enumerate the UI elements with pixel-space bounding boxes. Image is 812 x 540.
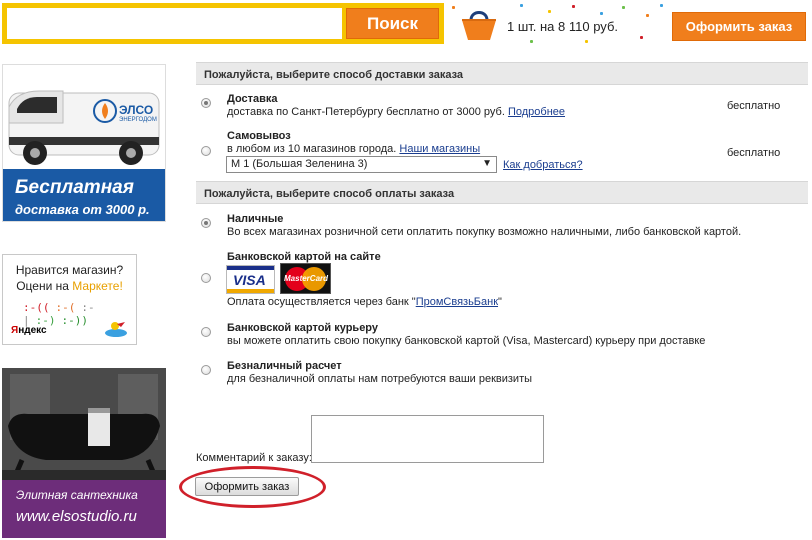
elso-brand-sub: ЭНЕРГОДОМ	[119, 117, 157, 123]
comment-textarea[interactable]	[311, 415, 544, 463]
bathtub-image	[2, 368, 166, 480]
delivery-heading: Пожалуйста, выберите способ доставки зак…	[196, 62, 808, 85]
our-stores-link[interactable]: Наши магазины	[399, 143, 480, 155]
search-bar: Поиск	[2, 3, 444, 44]
bath-site-link[interactable]: www.elsostudio.ru	[16, 508, 137, 525]
store-select[interactable]: М 1 (Большая Зеленина 3) ▼	[226, 156, 497, 173]
delivery-pickup-desc: в любом из 10 магазинов города. Наши маг…	[227, 143, 481, 155]
yandex-market-banner[interactable]: Нравится магазин? Оцени на Маркете! :-((…	[2, 254, 137, 345]
banner-line-1: Бесплатная	[15, 177, 134, 198]
chevron-down-icon: ▼	[482, 158, 492, 169]
payment-card-online-desc: Оплата осуществляется через банк "ПромСв…	[227, 296, 502, 308]
payment-bank-transfer-title: Безналичный расчет	[227, 360, 342, 372]
payment-cash-title: Наличные	[227, 213, 284, 225]
payment-radio-bank-transfer[interactable]	[201, 365, 211, 375]
delivery-radio-courier[interactable]	[201, 98, 211, 108]
free-delivery-banner[interactable]: ЭЛСО ЭНЕРГОДОМ Бесплатная доставка от 30…	[2, 64, 166, 222]
bank-link[interactable]: ПромСвязьБанк	[416, 296, 498, 308]
payment-card-courier-desc: вы можете оплатить свою покупку банковск…	[227, 335, 706, 347]
visa-logo: VISA	[226, 265, 275, 294]
payment-cash-desc: Во всех магазинах розничной сети оплатит…	[227, 226, 742, 238]
delivery-pickup-price: бесплатно	[727, 147, 781, 159]
basket-icon[interactable]	[459, 6, 499, 42]
payment-bank-transfer-desc: для безналичной оплаты нам потребуются в…	[227, 373, 533, 385]
elso-brand: ЭЛСО	[119, 103, 154, 117]
market-question: Нравится магазин?	[15, 263, 124, 277]
market-mascot-icon	[105, 322, 127, 337]
store-select-value: М 1 (Большая Зеленина 3)	[231, 158, 368, 170]
checkout-button[interactable]: Оформить заказ	[672, 12, 806, 41]
van-image: ЭЛСО ЭНЕРГОДОМ	[3, 65, 165, 169]
payment-heading: Пожалуйста, выберите способ оплаты заказ…	[196, 181, 808, 204]
directions-link[interactable]: Как добраться?	[503, 159, 583, 171]
delivery-more-link[interactable]: Подробнее	[508, 106, 565, 118]
delivery-courier-title: Доставка	[227, 93, 278, 105]
highlight-ellipse	[179, 466, 326, 508]
yandex-logo: Яндекс	[11, 325, 47, 336]
free-delivery-caption: Бесплатная доставка от 3000 р.	[3, 169, 165, 221]
elsostudio-banner[interactable]: Элитная сантехника www.elsostudio.ru	[2, 368, 166, 538]
comment-label: Комментарий к заказу:	[196, 452, 312, 464]
delivery-pickup-title: Самовывоз	[227, 130, 291, 142]
market-rate-line: Оцени на Маркете!	[3, 279, 136, 293]
smile-2[interactable]: :-(	[56, 301, 76, 314]
delivery-radio-pickup[interactable]	[201, 146, 211, 156]
market-rate-prefix: Оцени на	[16, 279, 73, 293]
payment-radio-card-online[interactable]	[201, 273, 211, 283]
bath-line-1: Элитная сантехника	[16, 488, 138, 502]
payment-card-courier-title: Банковской картой курьеру	[227, 322, 378, 334]
delivery-courier-price: бесплатно	[727, 100, 781, 112]
payment-radio-cash[interactable]	[201, 218, 211, 228]
smile-1[interactable]: :-((	[23, 301, 50, 314]
search-input[interactable]	[7, 8, 342, 39]
delivery-courier-desc: доставка по Санкт-Петербургу бесплатно о…	[227, 106, 566, 118]
market-link[interactable]: Маркете!	[72, 279, 123, 293]
payment-radio-card-courier[interactable]	[201, 327, 211, 337]
search-button[interactable]: Поиск	[346, 8, 439, 39]
mastercard-logo: MasterCard	[280, 263, 331, 294]
payment-card-online-title: Банковской картой на сайте	[227, 251, 381, 263]
smile-5[interactable]: :-))	[62, 314, 89, 327]
cart-summary[interactable]: 1 шт. на 8 110 руб.	[507, 19, 618, 34]
banner-line-2: доставка от 3000 р.	[15, 202, 150, 217]
